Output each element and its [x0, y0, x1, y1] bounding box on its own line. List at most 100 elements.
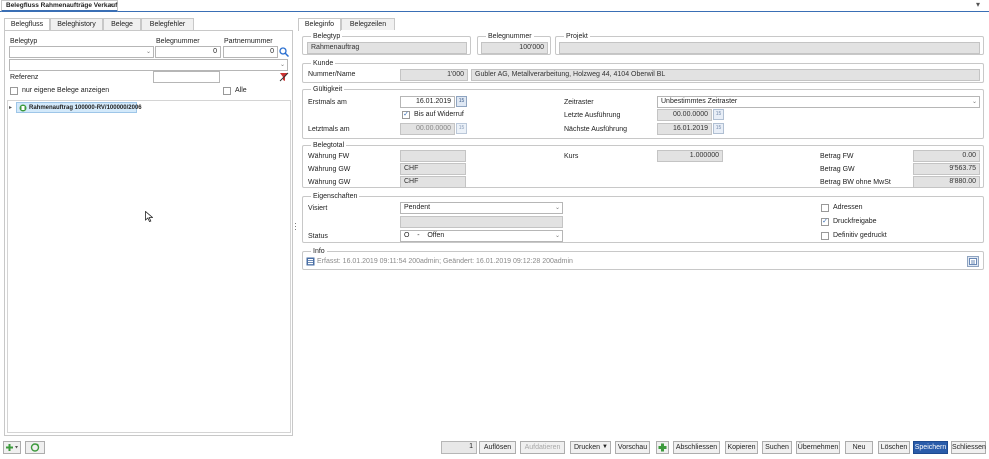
status-select[interactable]: O - Offen ⌄: [400, 230, 563, 242]
definitiv-checkbox[interactable]: [821, 232, 829, 240]
chevron-down-icon: ⌄: [279, 62, 285, 68]
drucken-label: Drucken: [574, 444, 601, 451]
belegtyp-title: Belegtyp: [311, 32, 343, 41]
letzte-field: 00.00.0000: [657, 109, 712, 121]
eigenschaften-group: Eigenschaften Visiert Pendent ⌄ Status O …: [302, 192, 984, 243]
database-icon: [306, 257, 315, 266]
drucken-button[interactable]: Drucken ▼: [570, 441, 611, 454]
clear-filter-icon[interactable]: [279, 72, 289, 82]
status-value: O - Offen: [404, 232, 445, 239]
kunde-title: Kunde: [311, 59, 336, 68]
window-tab-title: Belegfluss Rahmenaufträge Verkauf: [6, 2, 118, 9]
calendar-icon[interactable]: 15: [456, 96, 467, 107]
zeitraster-select[interactable]: Unbestimmtes Zeitraster ⌄: [657, 96, 980, 108]
abschliessen-button[interactable]: Abschliessen: [673, 441, 720, 454]
info-text: Erfasst: 16.01.2019 09:11:54 200admin; G…: [317, 258, 573, 265]
projekt-field: [559, 42, 980, 54]
belegnummer-label: Belegnummer: [156, 38, 200, 45]
waehrung-fw-field: [400, 150, 466, 162]
adressen-label: Adressen: [833, 204, 863, 211]
only-own-checkbox[interactable]: [10, 87, 18, 95]
schliessen-button[interactable]: Schliessen: [951, 441, 986, 454]
kunde-group: Kunde Nummer/Name 1'000 Gubler AG, Metal…: [302, 59, 984, 83]
zeitraster-value: Unbestimmtes Zeitraster: [661, 98, 738, 105]
kopieren-button[interactable]: Kopieren: [725, 441, 758, 454]
chevron-down-icon: ⌄: [554, 205, 560, 211]
kunde-name-field: Gubler AG, Metallverarbeitung, Holzweg 4…: [471, 69, 980, 81]
add-button[interactable]: [3, 441, 21, 454]
window-tab[interactable]: Belegfluss Rahmenaufträge Verkauf ×: [1, 0, 118, 12]
splitter-handle[interactable]: · · ·: [294, 219, 297, 234]
refresh-icon: [30, 443, 40, 452]
waehrung-gw2-label: Währung GW: [308, 179, 351, 186]
belegnummer-input[interactable]: 0: [155, 46, 221, 58]
kunde-label: Nummer/Name: [308, 71, 356, 78]
adressen-checkbox[interactable]: [821, 204, 829, 212]
erstmals-label: Erstmals am: [308, 99, 347, 106]
belegtyp-group: Belegtyp Rahmenauftrag: [302, 32, 471, 55]
counter-field: 1: [441, 441, 477, 454]
druckfreigabe-checkbox[interactable]: ✓: [821, 218, 829, 226]
tab-label: Belege: [111, 21, 133, 28]
referenz-input[interactable]: [153, 71, 220, 83]
eigenschaften-title: Eigenschaften: [311, 192, 360, 201]
projekt-title: Projekt: [564, 32, 590, 41]
belegtotal-title: Belegtotal: [311, 141, 347, 150]
betrag-fw-field: 0.00: [913, 150, 980, 162]
letzte-label: Letzte Ausführung: [564, 112, 621, 119]
tab-beleghistory[interactable]: Beleghistory: [50, 18, 103, 30]
waehrung-gw2-field: CHF: [400, 176, 466, 188]
tab-beleginfo[interactable]: Beleginfo: [298, 18, 341, 31]
tree-node[interactable]: Rahmenauftrag 100000-RV/100000/2006: [16, 102, 142, 113]
betrag-fw-label: Betrag FW: [820, 153, 854, 160]
belegtyp-label: Belegtyp: [10, 38, 38, 45]
tree-expander-icon[interactable]: ▸: [9, 104, 12, 111]
alle-checkbox[interactable]: [223, 87, 231, 95]
info-detail-button[interactable]: [967, 256, 979, 267]
info-icon: [969, 258, 977, 265]
tab-belege[interactable]: Belege: [103, 18, 141, 30]
alle-label: Alle: [235, 87, 247, 94]
partnernummer-label: Partnernummer: [224, 38, 273, 45]
visiert-detail-field: [400, 216, 563, 228]
speichern-button[interactable]: Speichern: [913, 441, 948, 454]
betrag-gw-label: Betrag GW: [820, 166, 855, 173]
window-tab-strip: [0, 0, 989, 12]
neu-button[interactable]: Neu: [845, 441, 873, 454]
refresh-button[interactable]: [25, 441, 45, 454]
add-icon: [6, 444, 18, 451]
kurs-label: Kurs: [564, 153, 579, 160]
erstmals-input[interactable]: 16.01.2019: [400, 96, 455, 108]
betrag-gw-field: 9'563.75: [913, 163, 980, 175]
tab-label: Beleginfo: [304, 21, 335, 28]
search-icon[interactable]: [279, 47, 289, 57]
waehrung-gw-label: Währung GW: [308, 166, 351, 173]
kurs-field: 1.000000: [657, 150, 723, 162]
uebernehmen-button[interactable]: Übernehmen: [796, 441, 840, 454]
tab-belegzeilen[interactable]: Belegzeilen: [341, 18, 395, 30]
document-icon: [19, 104, 27, 112]
chevron-down-icon[interactable]: ▾: [976, 0, 980, 9]
plus-button[interactable]: [656, 441, 669, 454]
widerruf-checkbox[interactable]: ✓: [402, 111, 410, 119]
aufloesen-button[interactable]: Auflösen: [479, 441, 516, 454]
aufdatieren-button[interactable]: Aufdatieren: [520, 441, 565, 454]
suchen-button[interactable]: Suchen: [762, 441, 792, 454]
tab-belegfehler[interactable]: Belegfehler: [141, 18, 194, 30]
calendar-icon: 15: [456, 123, 467, 134]
visiert-select[interactable]: Pendent ⌄: [400, 202, 563, 214]
close-icon[interactable]: ×: [109, 1, 114, 10]
widerruf-label: Bis auf Widerruf: [414, 111, 464, 118]
calendar-icon: 15: [713, 109, 724, 120]
only-own-label: nur eigene Belege anzeigen: [22, 87, 110, 94]
vorschau-button[interactable]: Vorschau: [615, 441, 650, 454]
gueltigkeit-group: Gültigkeit Erstmals am 16.01.2019 15 ✓ B…: [302, 85, 984, 139]
partnernummer-input[interactable]: 0: [223, 46, 278, 58]
betrag-bw-label: Betrag BW ohne MwSt: [820, 179, 891, 186]
calendar-icon: 15: [713, 123, 724, 134]
belegtyp-select[interactable]: ⌄: [9, 46, 154, 58]
secondary-select[interactable]: ⌄: [9, 59, 288, 71]
letztmals-input: 00.00.0000: [400, 123, 455, 135]
belegtyp-field: Rahmenauftrag: [307, 42, 467, 54]
loeschen-button[interactable]: Löschen: [878, 441, 910, 454]
